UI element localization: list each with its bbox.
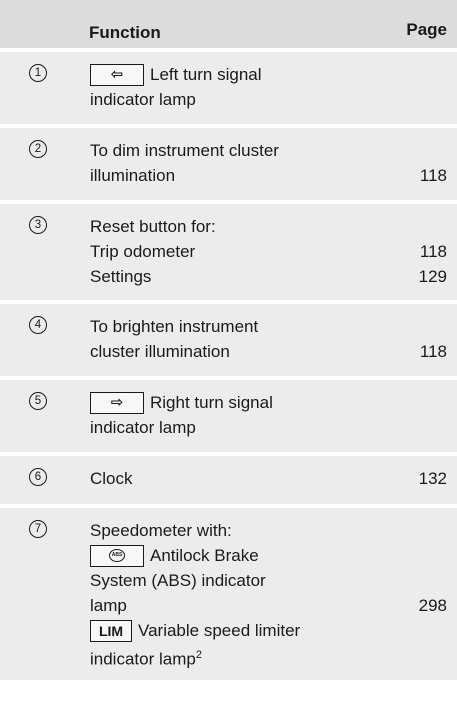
table-row-3: 3 Reset button for: Trip odometer Settin… bbox=[0, 204, 457, 304]
table-row-1: 1 ⇦ Left turn signal indicator lamp bbox=[0, 52, 457, 128]
item-number: 6 bbox=[29, 468, 47, 486]
page-ref: 132 bbox=[418, 469, 447, 488]
table-row-2: 2 To dim instrument cluster illumination… bbox=[0, 128, 457, 204]
item-number: 4 bbox=[29, 316, 47, 334]
function-text: Variable speed limiter bbox=[138, 621, 301, 640]
function-cell: ⇦ Left turn signal indicator lamp bbox=[72, 52, 382, 124]
function-text: Speedometer with: bbox=[90, 521, 232, 540]
table-row-7: 7 Speedometer with: ABS Antilock Brake Sy… bbox=[0, 508, 457, 680]
function-text: lamp bbox=[90, 596, 127, 615]
table-row-4: 4 To brighten instrument cluster illumin… bbox=[0, 304, 457, 380]
left-turn-signal-icon: ⇦ bbox=[90, 63, 144, 86]
header-num-cell bbox=[0, 0, 72, 48]
function-cell: Reset button for: Trip odometer Settings bbox=[72, 204, 382, 300]
function-text: Reset button for: bbox=[90, 217, 216, 236]
function-text: Right turn signal bbox=[150, 393, 273, 412]
item-number: 2 bbox=[29, 140, 47, 158]
function-text: Settings bbox=[90, 267, 152, 286]
table-header: Function Page bbox=[0, 0, 457, 52]
page-ref: 118 bbox=[419, 242, 447, 261]
function-text: Clock bbox=[90, 469, 133, 488]
function-cell: To brighten instrument cluster illuminat… bbox=[72, 304, 382, 376]
table-row-6: 6 Clock 132 bbox=[0, 456, 457, 508]
function-text: Left turn signal bbox=[150, 65, 262, 84]
function-text: To brighten instrument bbox=[90, 317, 259, 336]
function-text: cluster illumination bbox=[90, 342, 230, 361]
page-ref: 298 bbox=[418, 596, 447, 615]
function-text: System (ABS) indicator bbox=[90, 571, 266, 590]
item-number: 7 bbox=[29, 520, 47, 538]
function-table: Function Page 1 ⇦ Left turn signal indica… bbox=[0, 0, 457, 680]
table-row-5: 5 ⇨ Right turn signal indicator lamp bbox=[0, 380, 457, 456]
footnote-marker: 2 bbox=[195, 649, 202, 661]
page-ref: 118 bbox=[419, 342, 447, 361]
item-number: 1 bbox=[29, 64, 47, 82]
header-function: Function bbox=[89, 23, 161, 42]
page-ref: 129 bbox=[418, 267, 447, 286]
lim-indicator-icon: LIM bbox=[90, 619, 132, 642]
abs-indicator-icon: ABS bbox=[90, 544, 144, 567]
function-text: indicator lamp bbox=[90, 90, 196, 109]
function-text: To dim instrument cluster bbox=[90, 141, 279, 160]
right-turn-signal-icon: ⇨ bbox=[90, 391, 144, 414]
function-cell: To dim instrument cluster illumination bbox=[72, 128, 382, 200]
item-number: 3 bbox=[29, 216, 47, 234]
function-cell: Clock bbox=[72, 456, 382, 504]
function-text: Trip odometer bbox=[90, 242, 196, 261]
function-cell: ⇨ Right turn signal indicator lamp bbox=[72, 380, 382, 452]
function-text: indicator lamp bbox=[90, 418, 196, 437]
function-text: indicator lamp bbox=[90, 649, 196, 669]
function-cell: Speedometer with: ABS Antilock Brake Syst… bbox=[72, 508, 382, 680]
page-ref: 118 bbox=[419, 166, 447, 185]
function-text: Antilock Brake bbox=[150, 546, 259, 565]
item-number: 5 bbox=[29, 392, 47, 410]
function-text: illumination bbox=[90, 166, 176, 185]
header-page: Page bbox=[406, 20, 447, 39]
